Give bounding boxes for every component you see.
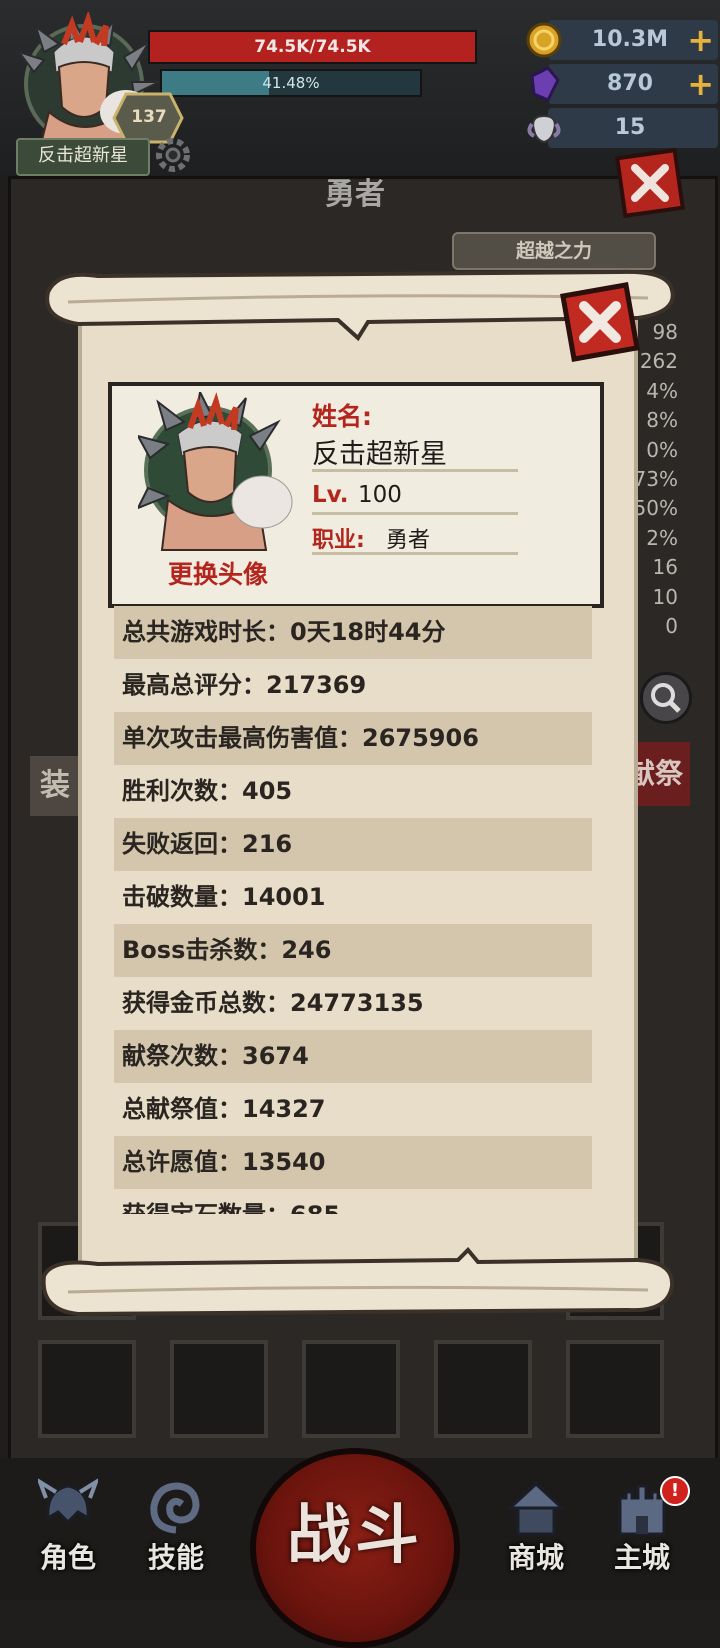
gem-resource: 870 +: [530, 64, 718, 104]
divider: [312, 469, 518, 472]
player-name-tag: 反击超新星: [16, 138, 150, 176]
stat-row: 获得宝石数量：685: [114, 1189, 592, 1214]
gold-resource: 10.3M +: [526, 20, 718, 60]
divider: [312, 552, 518, 555]
nav-shop-button[interactable]: 商城: [486, 1478, 586, 1588]
inventory-slot[interactable]: [38, 1340, 136, 1438]
helmet-icon: [38, 1478, 98, 1525]
nav-role-label: 角色: [39, 1541, 96, 1574]
divider: [312, 512, 518, 515]
battle-label: 战斗: [287, 1499, 423, 1573]
inventory-slot[interactable]: [566, 1340, 664, 1438]
stat-row: 总共游戏时长：0天18时44分: [114, 606, 592, 659]
stat-row: 总许愿值：13540: [114, 1136, 592, 1189]
search-icon[interactable]: [640, 672, 692, 724]
hp-bar: 74.5K/74.5K: [148, 30, 477, 64]
stat-row: 献祭次数：3674: [114, 1030, 592, 1083]
nav-city-label: 主城: [613, 1541, 670, 1574]
hero-panel-title: 勇者: [325, 177, 385, 212]
inventory-slot[interactable]: [170, 1340, 268, 1438]
gem-amount: 870: [607, 71, 653, 96]
stat-row: 总献祭值：14327: [114, 1083, 592, 1136]
swirl-icon: [150, 1482, 200, 1534]
nav-shop-label: 商城: [507, 1541, 564, 1574]
stat-row: 获得金币总数：24773135: [114, 977, 592, 1030]
panel-close-icon[interactable]: [615, 148, 685, 218]
ram-amount: 15: [614, 115, 646, 140]
add-gold-button[interactable]: +: [687, 20, 714, 60]
xp-text: 41.48%: [262, 74, 320, 92]
settings-gear-icon[interactable]: [150, 132, 196, 178]
stat-row: 最高总评分：217369: [114, 659, 592, 712]
stat-row: 胜利次数：405: [114, 765, 592, 818]
close-icon[interactable]: [558, 280, 642, 364]
level-label: Lv.: [312, 482, 349, 508]
job-label: 职业:: [312, 528, 365, 553]
equipment-tab[interactable]: 装: [30, 756, 80, 816]
purple-gem-icon: [530, 66, 560, 102]
shop-tent-icon: [506, 1481, 566, 1536]
gold-amount: 10.3M: [591, 27, 669, 52]
hero-portrait-icon[interactable]: [138, 392, 298, 552]
profile-stats-list[interactable]: 总共游戏时长：0天18时44分 最高总评分：217369 单次攻击最高伤害值：2…: [114, 606, 592, 1214]
add-gem-button[interactable]: +: [687, 64, 714, 104]
job-value: 勇者: [386, 528, 431, 553]
scroll-bottom-roll: [41, 1247, 675, 1317]
hp-text: 74.5K/74.5K: [254, 37, 371, 57]
nav-role-button[interactable]: 角色: [18, 1478, 118, 1588]
nav-skill-button[interactable]: 技能: [126, 1478, 226, 1588]
notification-badge: !: [660, 1476, 690, 1506]
xp-bar: 41.48%: [160, 69, 422, 97]
change-avatar-button[interactable]: 更换头像: [128, 555, 308, 591]
level-value: 100: [358, 482, 402, 508]
battle-button[interactable]: 战斗: [250, 1448, 460, 1648]
name-value: 反击超新星: [312, 439, 447, 470]
stat-row: Boss击杀数：246: [114, 924, 592, 977]
ram-resource: 15: [527, 108, 718, 148]
inventory-slot[interactable]: [434, 1340, 532, 1438]
name-label: 姓名:: [312, 402, 372, 431]
inventory-slot[interactable]: [302, 1340, 400, 1438]
nav-skill-label: 技能: [147, 1541, 204, 1574]
ram-skull-icon: [527, 114, 561, 144]
stat-row: 单次攻击最高伤害值：2675906: [114, 712, 592, 765]
stat-row: 击破数量：14001: [114, 871, 592, 924]
stat-row: 失败返回：216: [114, 818, 592, 871]
gold-coin-icon: [526, 22, 562, 58]
